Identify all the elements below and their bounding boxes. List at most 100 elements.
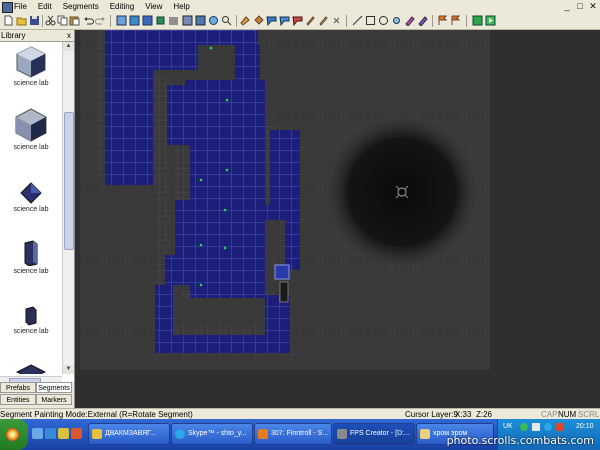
scroll-up-icon[interactable]: ▲ bbox=[63, 42, 74, 51]
open-folder-icon[interactable] bbox=[16, 15, 27, 26]
minimize-button[interactable]: _ bbox=[560, 1, 574, 11]
layers-down-icon[interactable] bbox=[195, 15, 206, 26]
library-item[interactable] bbox=[2, 364, 60, 374]
waypoint-icon[interactable] bbox=[391, 15, 402, 26]
copy-icon[interactable] bbox=[57, 15, 68, 26]
quicklaunch-media-icon[interactable] bbox=[71, 428, 82, 439]
segment-thumbnail-icon bbox=[16, 364, 46, 374]
skype-icon bbox=[175, 429, 185, 439]
menu-editing[interactable]: Editing bbox=[110, 0, 134, 13]
tray-app-icon[interactable] bbox=[556, 423, 564, 431]
library-vertical-scrollbar[interactable]: ▲ ▼ bbox=[62, 42, 74, 374]
new-file-icon[interactable] bbox=[3, 15, 14, 26]
select-tool-icon[interactable] bbox=[279, 15, 290, 26]
library-item-label: science lab bbox=[13, 328, 49, 335]
maximize-button[interactable]: □ bbox=[573, 1, 587, 11]
erase-tool-icon[interactable] bbox=[292, 15, 303, 26]
library-item[interactable]: science lab bbox=[2, 46, 60, 87]
menu-bar: File Edit Segments Editing View Help _ □… bbox=[0, 0, 600, 14]
grid-icon[interactable] bbox=[142, 15, 153, 26]
sound-icon[interactable] bbox=[417, 15, 428, 26]
segment-thumbnail-icon bbox=[24, 240, 38, 266]
stack-icon[interactable] bbox=[168, 15, 179, 26]
task-label: Skype™ - shto_y... bbox=[188, 430, 247, 437]
redo-icon[interactable] bbox=[95, 15, 106, 26]
language-indicator[interactable]: UK bbox=[503, 423, 513, 430]
task-label: ДВАКМЗАВЯГ... bbox=[105, 430, 156, 437]
library-item[interactable]: science lab bbox=[2, 182, 60, 213]
library-tabs: Prefabs Segments Entities Markers bbox=[0, 382, 74, 408]
menu-help[interactable]: Help bbox=[173, 0, 189, 13]
tray-network-icon[interactable] bbox=[520, 423, 528, 431]
menu-edit[interactable]: Edit bbox=[38, 0, 52, 13]
tray-volume-icon[interactable] bbox=[532, 423, 540, 431]
library-item-label: science lab bbox=[13, 144, 49, 151]
undo-icon[interactable] bbox=[83, 15, 94, 26]
library-list: science lab science lab science lab scie… bbox=[0, 42, 62, 374]
tab-prefabs[interactable]: Prefabs bbox=[0, 382, 36, 393]
flag-alt-icon[interactable] bbox=[450, 15, 461, 26]
start-button[interactable] bbox=[0, 419, 28, 450]
library-close-button[interactable]: x bbox=[67, 30, 71, 41]
quicklaunch-folder-icon[interactable] bbox=[58, 428, 69, 439]
light-icon[interactable] bbox=[404, 15, 415, 26]
tray-skype-icon[interactable] bbox=[544, 423, 552, 431]
tab-segments[interactable]: Segments bbox=[36, 382, 72, 393]
scroll-thumb[interactable] bbox=[64, 112, 74, 250]
tab-entities[interactable]: Entities bbox=[0, 394, 36, 405]
rect-tool-icon[interactable] bbox=[365, 15, 376, 26]
paste-icon[interactable] bbox=[69, 15, 80, 26]
brush-cursor bbox=[326, 116, 478, 268]
circle-tool-icon[interactable] bbox=[378, 15, 389, 26]
level-map-canvas[interactable] bbox=[75, 30, 600, 408]
menu-file[interactable]: File bbox=[14, 0, 27, 13]
menu-list: File Edit Segments Editing View Help bbox=[14, 0, 190, 13]
folder-icon bbox=[420, 429, 430, 439]
library-item-label: science lab bbox=[13, 206, 49, 213]
clock[interactable]: 20:10 bbox=[576, 423, 594, 430]
taskbar-task[interactable]: Skype™ - shto_y... bbox=[171, 423, 253, 445]
entity-icon[interactable] bbox=[208, 15, 219, 26]
line-tool-icon[interactable] bbox=[352, 15, 363, 26]
taskbar-task-active[interactable]: FPS Creator - [D:... bbox=[333, 423, 415, 445]
menu-segments[interactable]: Segments bbox=[63, 0, 99, 13]
pencil-icon[interactable] bbox=[318, 15, 329, 26]
close-button[interactable]: ✕ bbox=[586, 1, 600, 11]
library-item[interactable]: science lab bbox=[2, 240, 60, 275]
tab-markers[interactable]: Markers bbox=[36, 394, 72, 405]
quicklaunch-ie-icon[interactable] bbox=[45, 428, 56, 439]
cut-icon[interactable] bbox=[45, 15, 56, 26]
taskbar-task[interactable]: ДВАКМЗАВЯГ... bbox=[88, 423, 170, 445]
menu-view[interactable]: View bbox=[145, 0, 162, 13]
scroll-down-icon[interactable]: ▼ bbox=[63, 365, 74, 374]
paint-tool-icon[interactable] bbox=[240, 15, 251, 26]
library-item-label: science lab bbox=[13, 80, 49, 87]
library-item-label: science lab bbox=[13, 268, 49, 275]
library-item[interactable]: science lab bbox=[2, 306, 60, 335]
fill-tool-icon[interactable] bbox=[253, 15, 264, 26]
flag-icon[interactable] bbox=[437, 15, 448, 26]
rotate-icon[interactable] bbox=[331, 15, 342, 26]
editor-viewport[interactable] bbox=[75, 30, 600, 408]
layers-up-icon[interactable] bbox=[182, 15, 193, 26]
library-item[interactable]: science lab bbox=[2, 108, 60, 151]
segment-thumbnail-icon bbox=[15, 108, 47, 142]
taskbar-task[interactable]: 307: Finntroll - S... bbox=[254, 423, 332, 445]
build-icon[interactable] bbox=[472, 15, 483, 26]
segment-thumbnail-icon bbox=[16, 46, 46, 78]
save-icon[interactable] bbox=[29, 15, 40, 26]
library-panel: Library x science lab science lab scienc… bbox=[0, 30, 75, 408]
segment-icon[interactable] bbox=[155, 15, 166, 26]
task-label: FPS Creator - [D:... bbox=[350, 430, 410, 437]
windows-logo-icon bbox=[6, 428, 19, 441]
view-mode-icon[interactable] bbox=[116, 15, 127, 26]
show-desktop-icon[interactable] bbox=[32, 428, 43, 439]
pick-tool-icon[interactable] bbox=[266, 15, 277, 26]
app-icon[interactable] bbox=[2, 2, 13, 13]
zoom-icon[interactable] bbox=[221, 15, 232, 26]
brush-icon[interactable] bbox=[305, 15, 316, 26]
test-game-icon[interactable] bbox=[485, 15, 496, 26]
fps-creator-icon bbox=[337, 429, 347, 439]
layer-icon[interactable] bbox=[129, 15, 140, 26]
folder-icon bbox=[92, 429, 102, 439]
